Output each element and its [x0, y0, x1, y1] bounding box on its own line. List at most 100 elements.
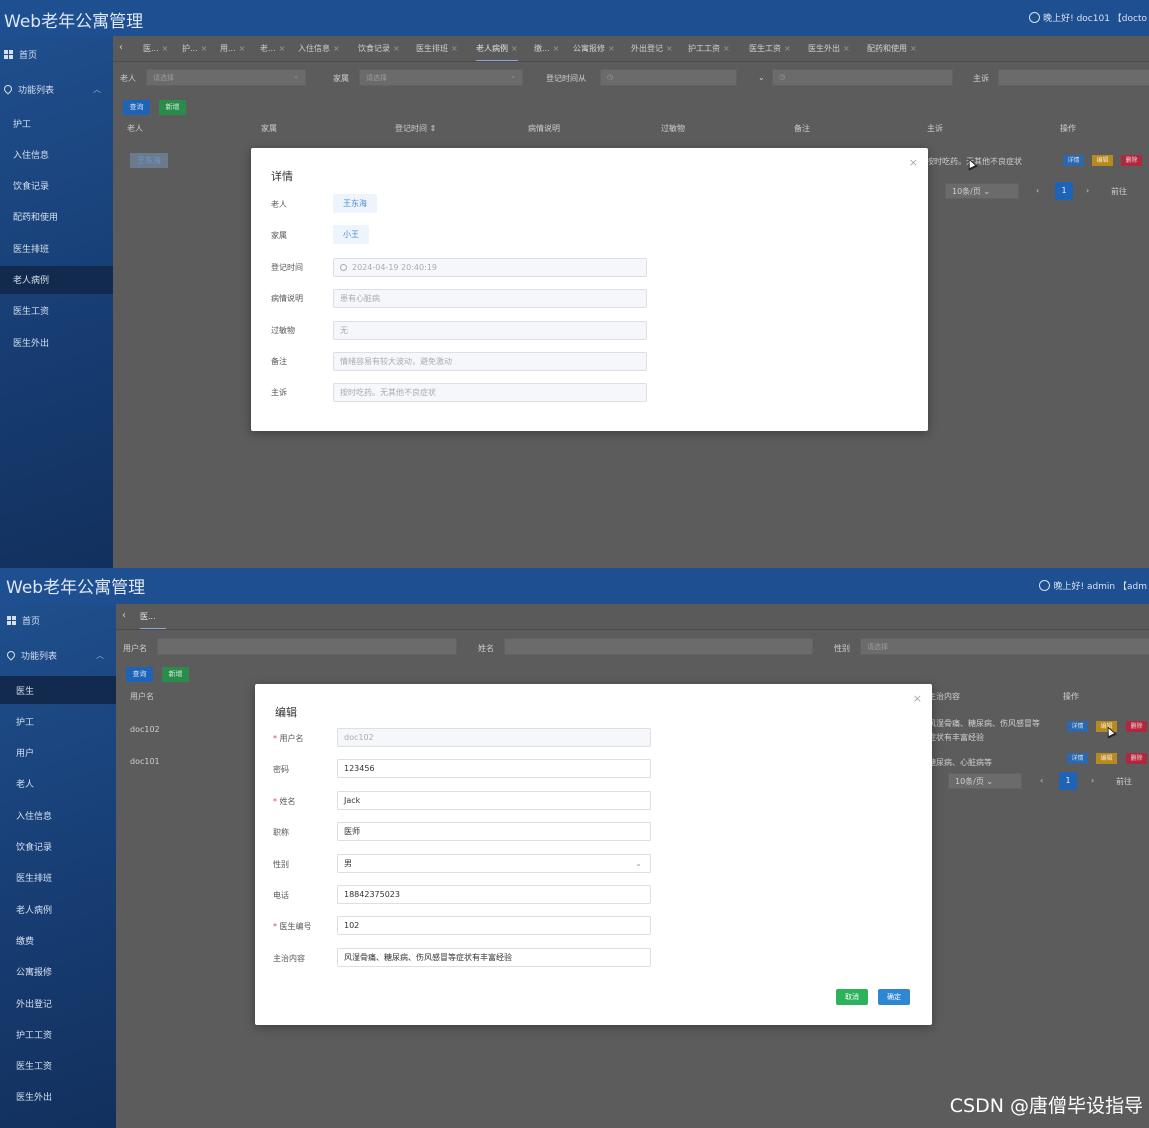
- user-greeting[interactable]: 晚上好! admin 【adm: [1039, 579, 1147, 592]
- row-delete-button[interactable]: 删除: [1121, 155, 1142, 166]
- pager-prev[interactable]: ‹: [1040, 776, 1043, 785]
- filter-time-start[interactable]: ◷: [600, 69, 737, 86]
- sidebar-item[interactable]: 饮食记录: [0, 172, 113, 200]
- sidebar-item[interactable]: 入住信息: [0, 140, 113, 168]
- cancel-button[interactable]: 取消: [836, 989, 868, 1005]
- tab-item[interactable]: 老... ×: [260, 43, 285, 54]
- sidebar-item[interactable]: 外出登记: [0, 989, 116, 1017]
- tab-close-icon[interactable]: ×: [201, 44, 208, 53]
- sidebar-item[interactable]: 医生排班: [0, 864, 116, 892]
- tab-close-icon[interactable]: ×: [279, 44, 286, 53]
- row-edit-button[interactable]: 编辑: [1096, 753, 1117, 764]
- tab-item[interactable]: 用... ×: [220, 43, 245, 54]
- confirm-button[interactable]: 确定: [878, 989, 910, 1005]
- tab-close-icon[interactable]: ×: [393, 44, 400, 53]
- sidebar-item[interactable]: 饮食记录: [0, 833, 116, 861]
- edit-field-input[interactable]: 男 ⌄: [337, 853, 651, 873]
- query-button[interactable]: 查询: [123, 100, 150, 115]
- tab-close-icon[interactable]: ×: [608, 44, 615, 53]
- tab-close-icon[interactable]: ×: [239, 44, 246, 53]
- sidebar-item[interactable]: 公寓报修: [0, 958, 116, 986]
- tab-close-icon[interactable]: ×: [451, 44, 458, 53]
- tab-item[interactable]: 护... ×: [182, 43, 207, 54]
- edit-field-input[interactable]: 医师: [337, 822, 651, 842]
- filter-complaint-input[interactable]: [998, 69, 1149, 86]
- filter-family-select[interactable]: 请选择 ⌄: [359, 69, 523, 86]
- filter-gender-select[interactable]: 请选择: [860, 638, 1149, 655]
- tab-scroll-left-icon[interactable]: ‹: [122, 610, 126, 621]
- row-detail-button[interactable]: 详情: [1067, 721, 1088, 732]
- sidebar-item[interactable]: 医生外出: [0, 1083, 116, 1111]
- add-button[interactable]: 新增: [162, 667, 189, 682]
- close-icon[interactable]: ×: [909, 156, 918, 169]
- sidebar-item[interactable]: 用户: [0, 739, 116, 767]
- sidebar-item[interactable]: 护工: [0, 707, 116, 735]
- sidebar-item[interactable]: 护工工资: [0, 1020, 116, 1048]
- tab-item[interactable]: 入住信息 ×: [298, 43, 340, 54]
- filter-name-input[interactable]: [504, 638, 813, 655]
- add-button[interactable]: 新增: [159, 100, 186, 115]
- tab-item[interactable]: 护工工资 ×: [688, 43, 730, 54]
- tab-item[interactable]: 医生排班 ×: [416, 43, 458, 54]
- tab-item[interactable]: 饮食记录 ×: [358, 43, 400, 54]
- tab-item[interactable]: 老人病例 ×: [476, 43, 518, 61]
- tab-close-icon[interactable]: ×: [162, 44, 169, 53]
- tab-item[interactable]: 公寓报修 ×: [573, 43, 615, 54]
- sidebar-item[interactable]: 医生工资: [0, 297, 113, 325]
- sidebar-item[interactable]: 老人: [0, 770, 116, 798]
- edit-field-input[interactable]: 102: [337, 916, 651, 936]
- sidebar-item[interactable]: 老人病例: [0, 265, 113, 294]
- tab-close-icon[interactable]: ×: [910, 44, 917, 53]
- pager-size-select[interactable]: 10条/页 ⌄: [945, 183, 1019, 199]
- sidebar-func-group[interactable]: 功能列表 ︿: [0, 641, 116, 669]
- sidebar-item[interactable]: 缴费: [0, 926, 116, 954]
- edit-field-input[interactable]: 18842375023: [337, 885, 651, 904]
- filter-username-input[interactable]: [157, 638, 457, 655]
- tab-close-icon[interactable]: ×: [553, 44, 560, 53]
- sidebar-item[interactable]: 医生工资: [0, 1052, 116, 1080]
- pager-next[interactable]: ›: [1086, 186, 1089, 195]
- pager-prev[interactable]: ‹: [1036, 186, 1039, 195]
- tab-close-icon[interactable]: ×: [723, 44, 730, 53]
- edit-field-input[interactable]: 风湿骨痛、糖尿病、伤风感冒等症状有丰富经验: [337, 947, 651, 967]
- pager-current-page[interactable]: 1: [1055, 182, 1073, 200]
- row-delete-button[interactable]: 删除: [1126, 721, 1147, 732]
- close-icon[interactable]: ×: [913, 692, 922, 705]
- sidebar-func-group[interactable]: 功能列表 ︿: [0, 75, 113, 103]
- tab-item[interactable]: 医... ×: [143, 43, 168, 54]
- sidebar-item[interactable]: 护工: [0, 109, 113, 137]
- sidebar-item[interactable]: 入住信息: [0, 801, 116, 829]
- tab-close-icon[interactable]: ×: [511, 44, 518, 53]
- edit-field-input[interactable]: Jack: [337, 790, 651, 810]
- filter-time-end[interactable]: ◷: [772, 69, 953, 86]
- tab-close-icon[interactable]: ×: [784, 44, 791, 53]
- sidebar-item-home[interactable]: 首页: [0, 606, 116, 634]
- tab-item[interactable]: 缴... ×: [534, 43, 559, 54]
- query-button[interactable]: 查询: [126, 667, 153, 682]
- sidebar-item[interactable]: 医生排班: [0, 234, 113, 262]
- pager-size-select[interactable]: 10条/页 ⌄: [948, 773, 1022, 789]
- tab-item[interactable]: 医生工资 ×: [749, 43, 791, 54]
- user-greeting[interactable]: 晚上好! doc101 【docto: [1029, 11, 1147, 24]
- row-detail-button[interactable]: 详情: [1067, 753, 1088, 764]
- tab-item[interactable]: 医生外出 ×: [808, 43, 850, 54]
- pager-current-page[interactable]: 1: [1059, 772, 1077, 790]
- tab-close-icon[interactable]: ×: [333, 44, 340, 53]
- row-edit-button[interactable]: 编辑: [1092, 155, 1113, 166]
- sidebar-item-home[interactable]: 首页: [0, 40, 113, 68]
- sidebar-item[interactable]: 老人病例: [0, 895, 116, 923]
- row-delete-button[interactable]: 删除: [1126, 753, 1147, 764]
- tab-scroll-left-icon[interactable]: ‹: [119, 42, 123, 53]
- sidebar-item[interactable]: 医生: [0, 676, 116, 704]
- pager-next[interactable]: ›: [1091, 776, 1094, 785]
- tab-close-icon[interactable]: ×: [843, 44, 850, 53]
- tab-close-icon[interactable]: ×: [666, 44, 673, 53]
- tab-item[interactable]: 配药和使用 ×: [867, 43, 917, 54]
- row-detail-button[interactable]: 详情: [1063, 155, 1084, 166]
- tab-item[interactable]: 外出登记 ×: [631, 43, 673, 54]
- sidebar-item[interactable]: 配药和使用: [0, 203, 113, 231]
- tab-doctor[interactable]: 医...: [140, 611, 166, 629]
- edit-field-input[interactable]: 123456: [337, 759, 651, 779]
- sidebar-item[interactable]: 医生外出: [0, 328, 113, 356]
- filter-elder-select[interactable]: 请选择 ⌄: [146, 69, 306, 86]
